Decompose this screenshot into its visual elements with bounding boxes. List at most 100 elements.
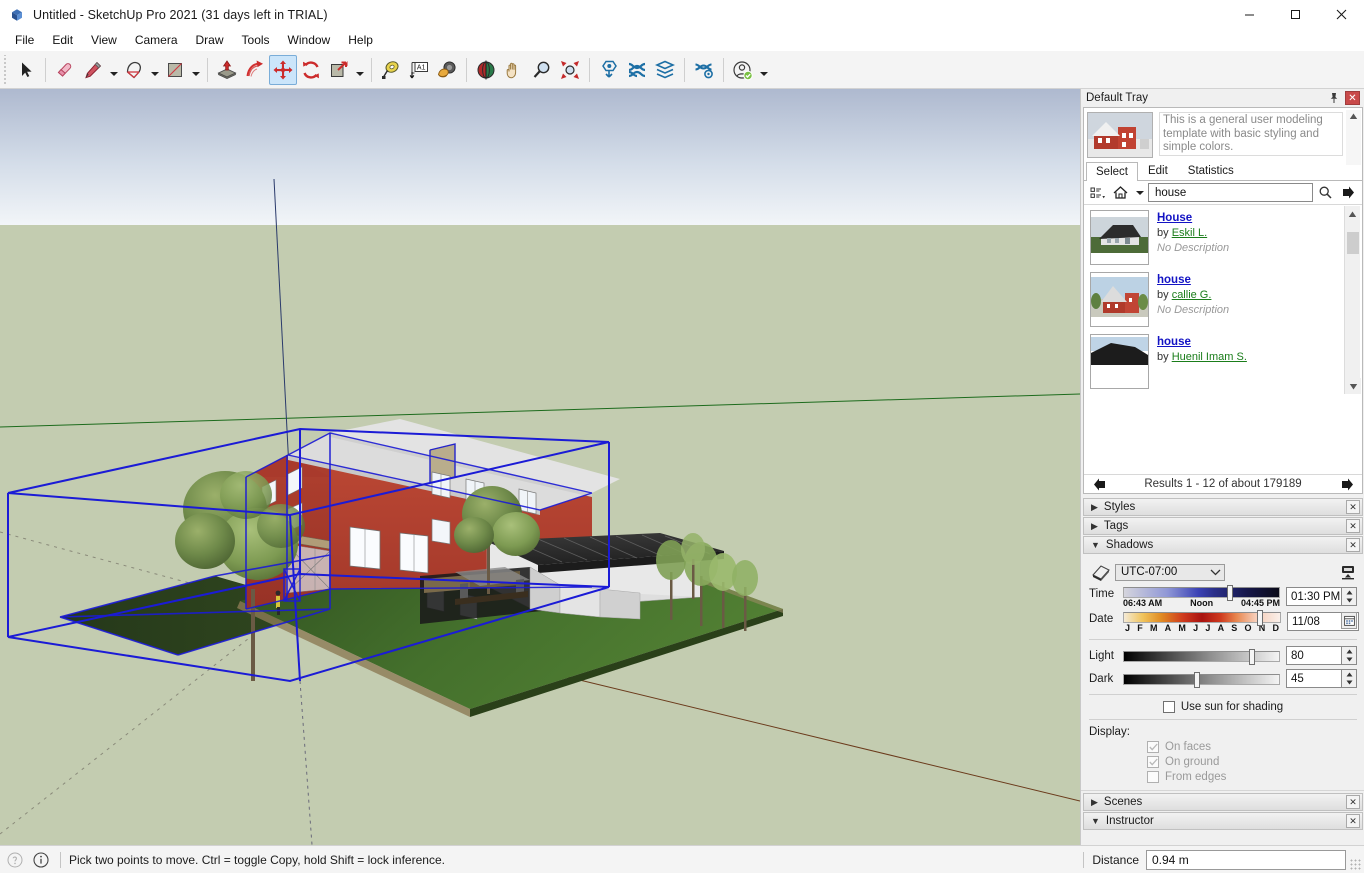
list-item[interactable]: House by Eskil L. No Description	[1086, 206, 1346, 268]
close-button[interactable]	[1318, 0, 1364, 29]
home-dropdown-icon[interactable]	[1133, 183, 1146, 203]
close-section-styles[interactable]: ✕	[1346, 500, 1360, 514]
tray-close-button[interactable]: ✕	[1345, 91, 1360, 105]
light-spinner[interactable]	[1342, 646, 1357, 665]
menu-tools[interactable]: Tools	[233, 30, 279, 51]
select-tool[interactable]	[12, 55, 40, 85]
3d-model-viewport[interactable]	[0, 89, 1080, 845]
section-instructor[interactable]: ▼ Instructor ✕	[1083, 812, 1363, 830]
search-icon[interactable]	[1315, 183, 1336, 203]
use-sun-for-shading-row[interactable]: Use sun for shading	[1089, 701, 1357, 713]
date-slider-knob[interactable]	[1257, 610, 1263, 626]
user-account-dropdown[interactable]	[757, 55, 770, 85]
result-author[interactable]: Huenil Imam S.	[1172, 351, 1247, 363]
scrollbar-thumb[interactable]	[1347, 232, 1359, 254]
menu-edit[interactable]: Edit	[43, 30, 82, 51]
section-shadows[interactable]: ▼ Shadows ✕	[1083, 536, 1363, 554]
menu-draw[interactable]: Draw	[187, 30, 233, 51]
zoom-extents-tool[interactable]	[556, 55, 584, 85]
light-spin-up[interactable]	[1342, 647, 1356, 656]
menu-window[interactable]: Window	[279, 30, 340, 51]
question-circle-icon[interactable]	[4, 849, 26, 871]
extension-warehouse[interactable]	[623, 55, 651, 85]
results-next-button[interactable]	[1338, 475, 1356, 493]
dark-slider-knob[interactable]	[1194, 672, 1200, 688]
rectangle-tool-dropdown[interactable]	[189, 55, 202, 85]
section-styles[interactable]: ▶ Styles ✕	[1083, 498, 1363, 516]
dark-spinner[interactable]	[1342, 669, 1357, 688]
menu-help[interactable]: Help	[339, 30, 382, 51]
close-section-shadows[interactable]: ✕	[1346, 538, 1360, 552]
followme-tool[interactable]	[241, 55, 269, 85]
scale-tool[interactable]	[325, 55, 353, 85]
result-author[interactable]: callie G.	[1172, 289, 1212, 301]
search-input-wrapper[interactable]	[1148, 183, 1313, 202]
display-options-icon[interactable]	[1087, 183, 1108, 203]
extension-manager[interactable]	[690, 55, 718, 85]
time-spinner[interactable]	[1342, 587, 1357, 606]
dark-value-field[interactable]: 45	[1286, 669, 1342, 688]
list-item[interactable]: house by callie G. No Description	[1086, 268, 1346, 330]
display-on-faces-row[interactable]: On faces	[1147, 741, 1357, 753]
display-shadows-icon[interactable]	[1339, 563, 1357, 581]
arc-tool-dropdown[interactable]	[148, 55, 161, 85]
description-scroll-up[interactable]	[1346, 110, 1361, 165]
scroll-down-button[interactable]	[1345, 378, 1361, 394]
search-results-list[interactable]: House by Eskil L. No Description	[1086, 206, 1346, 394]
distance-input[interactable]: 0.94 m	[1146, 850, 1346, 870]
menu-camera[interactable]: Camera	[126, 30, 187, 51]
dark-spin-down[interactable]	[1342, 679, 1356, 688]
3d-warehouse-get-models[interactable]	[595, 55, 623, 85]
rotate-tool[interactable]	[297, 55, 325, 85]
time-value-field[interactable]: 01:30 PM	[1286, 587, 1342, 606]
share-model[interactable]	[651, 55, 679, 85]
display-on-ground-row[interactable]: On ground	[1147, 756, 1357, 768]
pushpull-tool[interactable]	[213, 55, 241, 85]
pan-tool[interactable]	[500, 55, 528, 85]
display-from-edges-row[interactable]: From edges	[1147, 771, 1357, 783]
line-tool[interactable]	[79, 55, 107, 85]
dark-slider[interactable]	[1123, 674, 1280, 685]
arc-tool[interactable]	[120, 55, 148, 85]
go-forward-icon[interactable]	[1338, 183, 1359, 203]
zoom-tool[interactable]	[528, 55, 556, 85]
list-item[interactable]: house by Huenil Imam S.	[1086, 330, 1346, 392]
on-ground-checkbox[interactable]	[1147, 756, 1159, 768]
orbit-tool[interactable]	[472, 55, 500, 85]
close-section-scenes[interactable]: ✕	[1346, 795, 1360, 809]
search-input[interactable]	[1153, 186, 1312, 200]
calendar-icon[interactable]	[1341, 612, 1357, 629]
use-sun-checkbox[interactable]	[1163, 701, 1175, 713]
move-tool[interactable]	[269, 55, 297, 85]
time-slider-knob[interactable]	[1227, 585, 1233, 601]
light-spin-down[interactable]	[1342, 656, 1356, 665]
maximize-button[interactable]	[1272, 0, 1318, 29]
tab-select[interactable]: Select	[1086, 162, 1138, 181]
shadow-toggle-icon[interactable]	[1089, 561, 1115, 583]
menu-view[interactable]: View	[82, 30, 126, 51]
from-edges-checkbox[interactable]	[1147, 771, 1159, 783]
on-faces-checkbox[interactable]	[1147, 741, 1159, 753]
tab-edit[interactable]: Edit	[1138, 161, 1178, 180]
eraser-tool[interactable]	[51, 55, 79, 85]
time-slider[interactable]: 06:43 AM Noon 04:45 PM	[1123, 587, 1280, 608]
time-spin-down[interactable]	[1342, 597, 1356, 606]
menu-file[interactable]: File	[6, 30, 43, 51]
text-tool[interactable]: A1	[405, 55, 433, 85]
close-section-tags[interactable]: ✕	[1346, 519, 1360, 533]
scroll-up-button[interactable]	[1345, 206, 1360, 222]
scale-tool-dropdown[interactable]	[353, 55, 366, 85]
user-account[interactable]	[729, 55, 757, 85]
tape-measure-tool[interactable]	[377, 55, 405, 85]
dark-spin-up[interactable]	[1342, 670, 1356, 679]
minimize-button[interactable]	[1226, 0, 1272, 29]
section-tags[interactable]: ▶ Tags ✕	[1083, 517, 1363, 535]
info-circle-icon[interactable]	[30, 849, 52, 871]
results-scrollbar[interactable]	[1344, 206, 1360, 394]
rectangle-tool[interactable]	[161, 55, 189, 85]
section-scenes[interactable]: ▶ Scenes ✕	[1083, 793, 1363, 811]
resize-grip[interactable]	[1350, 859, 1362, 871]
light-value-field[interactable]: 80	[1286, 646, 1342, 665]
date-slider[interactable]: J F M A M J J A S O N D	[1123, 612, 1281, 633]
result-title[interactable]: house	[1157, 273, 1229, 287]
